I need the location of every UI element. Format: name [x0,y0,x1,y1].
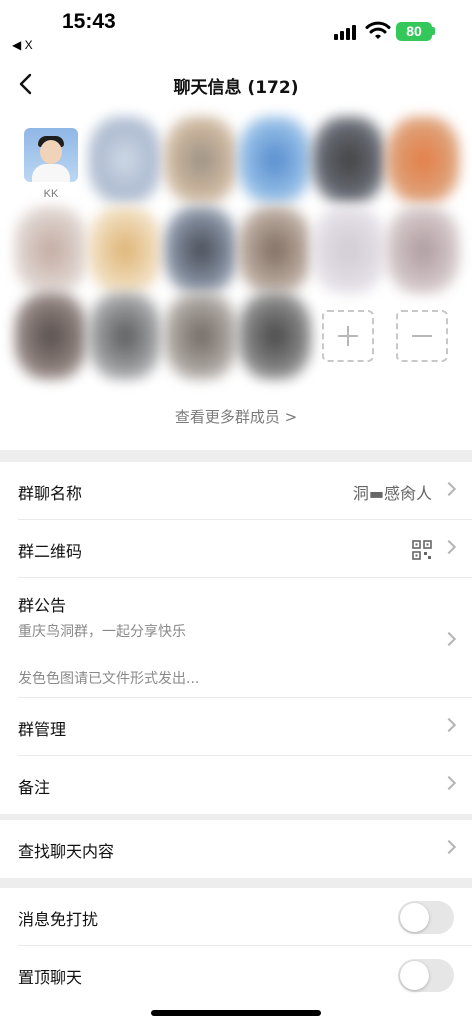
cellular-signal-icon [334,24,360,40]
status-time: 15:43 [62,10,116,33]
group-name-row[interactable]: 群聊名称 洞▬感肏人 [18,462,472,520]
member-cell[interactable] [88,116,162,206]
member-cell[interactable] [164,116,238,206]
group-notice-row[interactable]: 群公告 重庆鸟洞群，一起分享快乐 发色色图请已文件形式发出... [18,578,472,698]
wifi-icon [365,21,391,39]
member-grid: KK 查看更多群成员 > [0,112,472,450]
add-member-button[interactable] [322,310,374,362]
mute-row: 消息免打扰 [18,888,472,946]
member-cell[interactable]: KK [14,118,88,208]
pin-label: 置顶聊天 [18,968,83,987]
remark-label: 备注 [18,778,51,797]
group-qrcode-label: 群二维码 [18,542,83,561]
member-cell[interactable] [88,292,162,382]
navigation-bar: 聊天信息 (172) [0,56,472,112]
qrcode-icon [412,540,432,560]
member-cell[interactable] [312,206,386,296]
group-notice-text: 重庆鸟洞群，一起分享快乐 [18,624,186,640]
mute-toggle[interactable] [398,901,454,934]
status-bar: 15:43 ◀ X 80 [0,0,472,56]
member-cell[interactable] [164,292,238,382]
pin-toggle[interactable] [398,959,454,992]
member-cell[interactable] [238,116,312,206]
chevron-right-icon [441,539,457,555]
group-qrcode-row[interactable]: 群二维码 [18,520,472,578]
member-cell[interactable] [14,206,88,296]
group-notice-text: 发色色图请已文件形式发出... [18,671,200,687]
group-name-value: 洞▬感肏人 [352,484,432,503]
home-indicator[interactable] [151,1010,321,1016]
member-cell[interactable] [164,206,238,296]
remove-member-button[interactable] [396,310,448,362]
member-name: KK [43,188,59,200]
remark-row[interactable]: 备注 [18,756,472,814]
search-section: 查找聊天内容 [0,820,472,878]
battery-indicator: 80 [396,22,432,41]
see-more-members-link[interactable]: 查看更多群成员 > [0,406,472,427]
member-cell[interactable] [386,206,460,296]
chevron-right-icon [441,839,457,855]
chevron-right-icon [441,775,457,791]
group-settings-section: 群聊名称 洞▬感肏人 群二维码 群公告 重庆鸟洞群，一起分享快乐 发色色图请已文… [0,462,472,814]
mute-label: 消息免打扰 [18,910,99,929]
group-notice-title: 群公告 [18,596,67,615]
pin-row: 置顶聊天 [18,946,472,1004]
battery-tip [432,27,435,35]
chevron-right-icon [441,631,457,647]
page-title: 聊天信息 (172) [173,78,299,98]
member-cell[interactable] [238,292,312,382]
search-chat-label: 查找聊天内容 [18,842,115,861]
group-manage-row[interactable]: 群管理 [18,698,472,756]
member-cell[interactable] [312,116,386,206]
back-to-app-link[interactable]: ◀ X [12,38,33,52]
chevron-right-icon [441,481,457,497]
group-name-label: 群聊名称 [18,484,83,503]
avatar[interactable] [24,128,78,182]
toggle-section: 消息免打扰 置顶聊天 [0,888,472,1024]
chevron-right-icon [441,717,457,733]
search-chat-row[interactable]: 查找聊天内容 [18,820,472,878]
member-cell[interactable] [386,116,460,206]
member-cell[interactable] [88,206,162,296]
group-manage-label: 群管理 [18,720,67,739]
member-cell[interactable] [14,292,88,382]
member-cell[interactable] [238,206,312,296]
